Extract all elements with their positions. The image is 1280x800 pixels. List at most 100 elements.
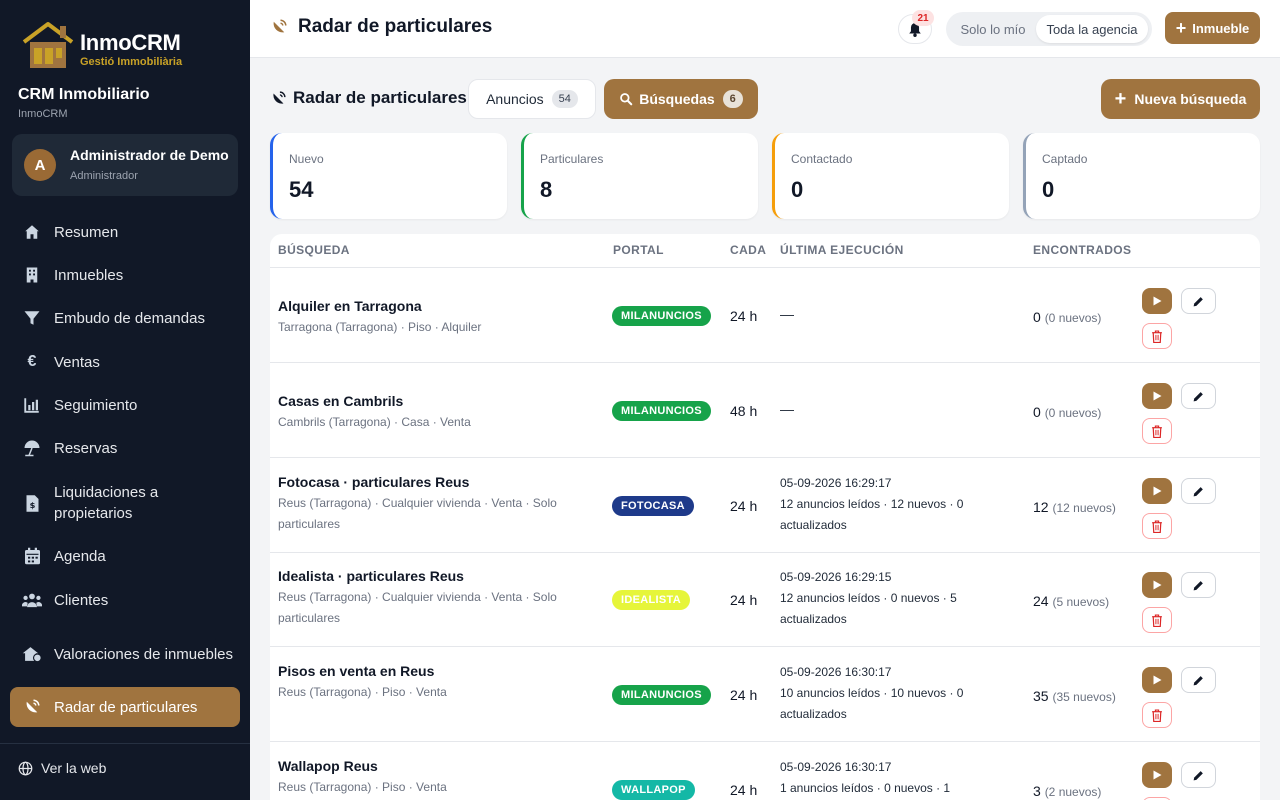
- play-icon: [1151, 295, 1163, 307]
- sidebar-item-label: Agenda: [54, 547, 106, 565]
- run-interval: 48 h: [730, 403, 758, 419]
- new-search-button[interactable]: + Nueva búsqueda: [1101, 79, 1260, 119]
- play-icon: [1151, 579, 1163, 591]
- pencil-icon: [1192, 579, 1205, 592]
- portal-badge: WALLAPOP: [612, 780, 695, 800]
- chart-icon: [10, 396, 54, 414]
- sidebar-item-inmuebles[interactable]: Inmuebles: [10, 263, 240, 287]
- sidebar-item-clientes[interactable]: Clientes: [10, 588, 240, 612]
- column-header-encontrados: ENCONTRADOS: [1033, 243, 1132, 257]
- filter-icon: [10, 309, 54, 327]
- users-icon: [10, 591, 54, 609]
- new-search-label: Nueva búsqueda: [1134, 91, 1247, 107]
- sidebar-item-radar[interactable]: Radar de particulares: [10, 687, 240, 727]
- search-name[interactable]: Idealista · particulares Reus: [278, 568, 464, 584]
- delete-search-button[interactable]: [1142, 323, 1172, 349]
- found-count: 0 (0 nuevos): [1033, 404, 1101, 420]
- user-card[interactable]: A Administrador de Demo Administrador: [12, 134, 238, 196]
- avatar: A: [24, 149, 56, 181]
- section-title-text: Radar de particulares: [293, 88, 467, 107]
- sidebar-item-seguimiento[interactable]: Seguimiento: [10, 393, 240, 417]
- found-count: 3 (2 nuevos): [1033, 783, 1101, 799]
- edit-search-button[interactable]: [1181, 762, 1216, 788]
- sidebar-item-resumen[interactable]: Resumen: [10, 220, 240, 244]
- edit-search-button[interactable]: [1181, 383, 1216, 409]
- sidebar-item-ventas[interactable]: € Ventas: [10, 350, 240, 374]
- euro-icon: €: [27, 353, 37, 370]
- run-search-button[interactable]: [1142, 762, 1172, 788]
- table-row: Alquiler en Tarragona Tarragona (Tarragon…: [270, 268, 1260, 363]
- crm-title: CRM Inmobiliario: [18, 86, 150, 103]
- search-name[interactable]: Wallapop Reus: [278, 758, 378, 774]
- run-search-button[interactable]: [1142, 667, 1172, 693]
- searches-table: BÚSQUEDA PORTAL CADA ÚLTIMA EJECUCIÓN EN…: [270, 234, 1260, 800]
- brand-logo[interactable]: InmoCRM Gestió Immobiliària: [20, 18, 190, 72]
- globe-icon: [18, 761, 33, 776]
- radar-icon: [270, 18, 288, 36]
- sidebar-item-label: Reservas: [54, 439, 118, 457]
- sidebar-divider: [0, 743, 250, 744]
- search-description: Reus (Tarragona) · Piso · Venta: [278, 780, 447, 794]
- scope-mine-option[interactable]: Solo lo mío: [954, 15, 1032, 43]
- sidebar: InmoCRM Gestió Immobiliària CRM Inmobili…: [0, 0, 250, 800]
- sidebar-item-valoraciones[interactable]: Valoraciones de inmuebles: [10, 631, 240, 677]
- edit-search-button[interactable]: [1181, 572, 1216, 598]
- run-search-button[interactable]: [1142, 383, 1172, 409]
- table-row: Idealista · particulares Reus Reus (Tarra…: [270, 552, 1260, 647]
- table-row: Casas en Cambrils Cambrils (Tarragona) · …: [270, 363, 1260, 458]
- last-run-date: 05-09-2026 16:30:17: [780, 665, 892, 679]
- brand-name: InmoCRM: [80, 30, 181, 55]
- document-icon: $: [10, 494, 54, 513]
- last-run: 05-09-2026 16:29:15 12 anuncios leídos · …: [780, 567, 1010, 630]
- found-new: (2 nuevos): [1044, 785, 1102, 799]
- search-name[interactable]: Pisos en venta en Reus: [278, 663, 434, 679]
- view-website-link[interactable]: Ver la web: [18, 760, 106, 776]
- search-description: Reus (Tarragona) · Cualquier vivienda · …: [278, 496, 557, 531]
- edit-search-button[interactable]: [1181, 667, 1216, 693]
- table-row: Pisos en venta en Reus Reus (Tarragona) ·…: [270, 647, 1260, 742]
- search-description: Reus (Tarragona) · Piso · Venta: [278, 685, 447, 699]
- run-interval: 24 h: [730, 308, 758, 324]
- run-search-button[interactable]: [1142, 288, 1172, 314]
- found-new: (35 nuevos): [1052, 690, 1116, 704]
- crm-subtitle: InmoCRM: [18, 108, 68, 120]
- last-run-date: 05-09-2026 16:29:15: [780, 570, 892, 584]
- stat-card-captado: Captado 0: [1023, 133, 1260, 219]
- sidebar-item-reservas[interactable]: Reservas: [10, 436, 240, 460]
- delete-search-button[interactable]: [1142, 513, 1172, 539]
- found-total: 0: [1033, 404, 1041, 420]
- edit-search-button[interactable]: [1181, 288, 1216, 314]
- last-run-detail: 1 anuncios leídos · 0 nuevos · 1 actuali…: [780, 781, 951, 795]
- pencil-icon: [1192, 390, 1205, 403]
- search-icon: [619, 92, 633, 106]
- sidebar-item-agenda[interactable]: Agenda: [10, 544, 240, 568]
- sidebar-item-embudo[interactable]: Embudo de demandas: [10, 306, 240, 330]
- scope-all-option[interactable]: Toda la agencia: [1036, 15, 1148, 43]
- search-name[interactable]: Alquiler en Tarragona: [278, 298, 422, 314]
- delete-search-button[interactable]: [1142, 702, 1172, 728]
- calendar-icon: [10, 547, 54, 565]
- tab-anuncios[interactable]: Anuncios 54: [468, 79, 596, 119]
- run-search-button[interactable]: [1142, 478, 1172, 504]
- last-run-empty: —: [780, 401, 794, 417]
- last-run: 05-09-2026 16:30:17 1 anuncios leídos · 0…: [780, 757, 1010, 800]
- found-new: (5 nuevos): [1052, 595, 1110, 609]
- portal-badge: MILANUNCIOS: [612, 401, 711, 421]
- play-icon: [1151, 769, 1163, 781]
- search-name[interactable]: Casas en Cambrils: [278, 393, 403, 409]
- column-header-ultima-ejecucion: ÚLTIMA EJECUCIÓN: [780, 243, 904, 257]
- pencil-icon: [1192, 485, 1205, 498]
- run-search-button[interactable]: [1142, 572, 1172, 598]
- add-property-button[interactable]: + Inmueble: [1165, 12, 1260, 44]
- stat-card-particulares: Particulares 8: [521, 133, 758, 219]
- tab-busquedas[interactable]: Búsquedas 6: [604, 79, 758, 119]
- stat-value: 0: [791, 177, 804, 202]
- delete-search-button[interactable]: [1142, 607, 1172, 633]
- delete-search-button[interactable]: [1142, 418, 1172, 444]
- search-name[interactable]: Fotocasa · particulares Reus: [278, 474, 469, 490]
- stat-value: 54: [289, 177, 314, 202]
- page-title: Radar de particulares: [270, 16, 492, 38]
- pencil-icon: [1192, 769, 1205, 782]
- edit-search-button[interactable]: [1181, 478, 1216, 504]
- sidebar-item-liquidaciones[interactable]: $ Liquidaciones a propietarios: [10, 480, 240, 526]
